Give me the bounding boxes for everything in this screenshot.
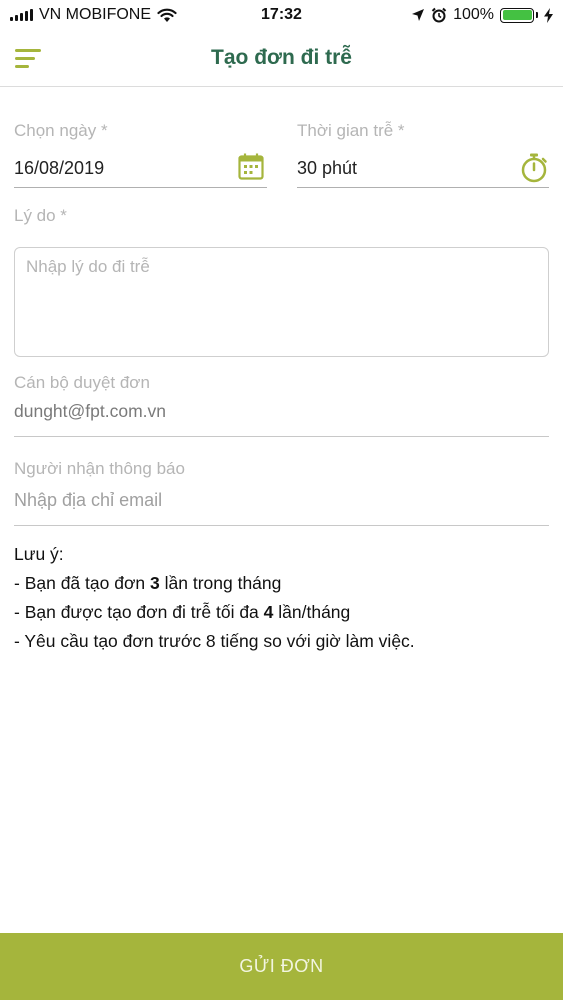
approver-underline bbox=[14, 436, 549, 437]
carrier-name: VN MOBIFONE bbox=[39, 6, 152, 23]
page-title: Tạo đơn đi trễ bbox=[211, 46, 352, 69]
stopwatch-icon[interactable] bbox=[519, 153, 549, 183]
approver-value: dunght@fpt.com.vn bbox=[14, 401, 167, 421]
battery-icon bbox=[500, 7, 538, 23]
note-line-3: - Yêu cầu tạo đơn trước 8 tiếng so với g… bbox=[14, 631, 415, 651]
duration-label: Thời gian trễ * bbox=[297, 121, 405, 140]
note-line-1: - Bạn đã tạo đơn 3 lần trong tháng bbox=[14, 573, 282, 593]
submit-button[interactable]: GỬI ĐƠN bbox=[0, 933, 563, 1000]
menu-icon[interactable] bbox=[15, 49, 41, 69]
approver-label: Cán bộ duyệt đơn bbox=[14, 373, 150, 392]
notes-section: Lưu ý: - Bạn đã tạo đơn 3 lần trong thán… bbox=[14, 540, 415, 656]
wifi-icon bbox=[157, 8, 177, 22]
signal-icon bbox=[10, 9, 33, 21]
nav-bar: Tạo đơn đi trễ bbox=[0, 30, 563, 87]
notify-underline bbox=[14, 525, 549, 526]
calendar-icon[interactable] bbox=[238, 153, 264, 180]
status-right: 100% bbox=[411, 6, 553, 24]
note-count-used: 3 bbox=[150, 573, 160, 593]
reason-box bbox=[14, 247, 549, 357]
alarm-icon bbox=[431, 7, 447, 23]
note-count-max: 4 bbox=[263, 602, 274, 622]
charging-bolt-icon bbox=[544, 7, 553, 23]
status-left: VN MOBIFONE bbox=[10, 6, 177, 24]
submit-label: GỬI ĐƠN bbox=[239, 956, 324, 976]
status-bar: VN MOBIFONE 17:32 100% bbox=[0, 0, 563, 30]
reason-label: Lý do * bbox=[14, 206, 67, 225]
location-arrow-icon bbox=[412, 9, 425, 21]
notes-title: Lưu ý: bbox=[14, 544, 64, 564]
reason-input[interactable] bbox=[26, 257, 537, 347]
notify-email-input[interactable] bbox=[14, 490, 549, 511]
notify-label: Người nhận thông báo bbox=[14, 459, 185, 478]
battery-percent: 100% bbox=[453, 6, 494, 23]
date-label: Chọn ngày * bbox=[14, 121, 108, 140]
date-value[interactable]: 16/08/2019 bbox=[14, 158, 104, 179]
duration-underline bbox=[297, 187, 549, 188]
note-line-2: - Bạn được tạo đơn đi trễ tối đa 4 lần/t… bbox=[14, 602, 351, 622]
date-underline bbox=[14, 187, 267, 188]
duration-value[interactable]: 30 phút bbox=[297, 158, 357, 179]
